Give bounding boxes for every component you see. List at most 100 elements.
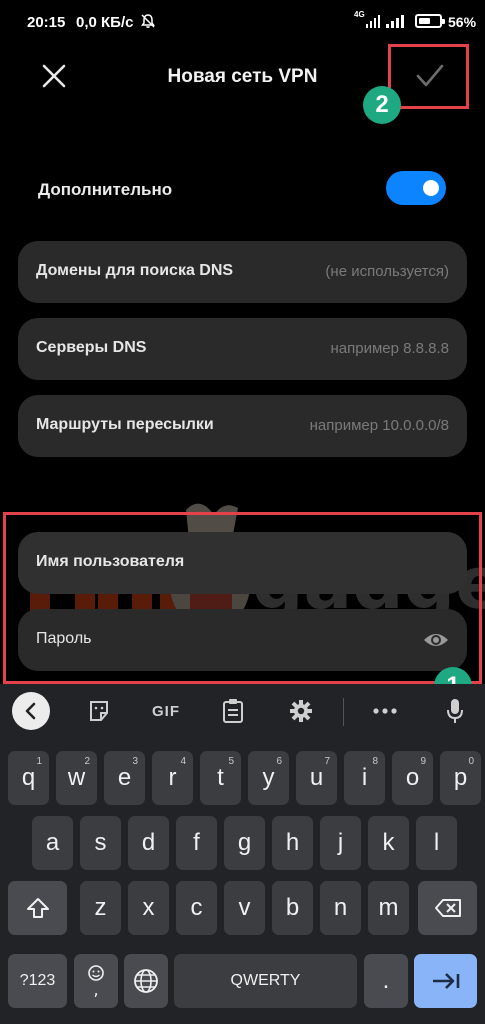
- key-label: w: [67, 764, 86, 791]
- key-hint: 7: [324, 756, 330, 767]
- key-w[interactable]: w2: [56, 751, 97, 805]
- back-icon[interactable]: [12, 692, 50, 730]
- enter-key[interactable]: [414, 954, 477, 1008]
- key-label: i: [361, 764, 368, 791]
- dns-servers-field[interactable]: Серверы DNS например 8.8.8.8: [18, 318, 467, 380]
- key-e[interactable]: e3: [104, 751, 145, 805]
- key-label: p: [453, 764, 468, 791]
- key-label: v: [238, 894, 251, 921]
- dns-search-domains-field[interactable]: Домены для поиска DNS (не используется): [18, 241, 467, 303]
- key-label: r: [168, 764, 177, 791]
- key-j[interactable]: j: [320, 816, 361, 870]
- symbols-key[interactable]: ?123: [8, 954, 67, 1008]
- keyboard-toolbar: GIF: [0, 684, 485, 740]
- key-p[interactable]: p0: [440, 751, 481, 805]
- battery-icon: [415, 14, 445, 28]
- key-label: h: [285, 829, 300, 856]
- key-l[interactable]: l: [416, 816, 457, 870]
- more-icon[interactable]: [370, 694, 400, 728]
- key-label: t: [217, 764, 224, 791]
- key-hint: 4: [180, 756, 186, 767]
- network-type: 4G: [354, 10, 365, 19]
- key-label: e: [117, 764, 132, 791]
- key-c[interactable]: c: [176, 881, 217, 935]
- clipboard-icon[interactable]: [218, 694, 248, 728]
- key-hint: 0: [468, 756, 474, 767]
- key-a[interactable]: a: [32, 816, 73, 870]
- shift-key[interactable]: [8, 881, 67, 935]
- key-label: z: [94, 894, 107, 921]
- key-y[interactable]: y6: [248, 751, 289, 805]
- key-label: g: [237, 829, 252, 856]
- key-label: b: [285, 894, 300, 921]
- key-label: c: [190, 894, 203, 921]
- key-n[interactable]: n: [320, 881, 361, 935]
- backspace-key[interactable]: [418, 881, 477, 935]
- key-z[interactable]: z: [80, 881, 121, 935]
- key-hint: 6: [276, 756, 282, 767]
- advanced-toggle[interactable]: [386, 171, 446, 205]
- key-v[interactable]: v: [224, 881, 265, 935]
- language-globe-key[interactable]: [124, 954, 168, 1008]
- key-g[interactable]: g: [224, 816, 265, 870]
- key-label: u: [309, 764, 324, 791]
- key-label: k: [382, 829, 395, 856]
- gif-button[interactable]: GIF: [146, 694, 186, 728]
- key-f[interactable]: f: [176, 816, 217, 870]
- key-o[interactable]: o9: [392, 751, 433, 805]
- key-label: f: [193, 829, 200, 856]
- key-label: j: [337, 829, 344, 856]
- key-x[interactable]: x: [128, 881, 169, 935]
- toolbar-divider: [343, 698, 344, 726]
- key-hint: 3: [132, 756, 138, 767]
- soft-keyboard: GIF q1w2e3r4t5y6u7i8o9p0 asdfghjkl zxcvb…: [0, 684, 485, 1024]
- credentials-highlight-box: [3, 512, 482, 684]
- key-r[interactable]: r4: [152, 751, 193, 805]
- advanced-label: Дополнительно: [38, 180, 173, 199]
- key-label: o: [405, 764, 420, 791]
- field-label: Домены для поиска DNS: [36, 262, 234, 279]
- signal-icon: [366, 15, 380, 28]
- field-placeholder: например 10.0.0.0/8: [309, 417, 449, 434]
- key-hint: 9: [420, 756, 426, 767]
- emoji-key[interactable]: ,: [74, 954, 118, 1008]
- key-u[interactable]: u7: [296, 751, 337, 805]
- space-key[interactable]: QWERTY: [174, 954, 357, 1008]
- sticker-icon[interactable]: [84, 694, 114, 728]
- field-label: Маршруты пересылки: [36, 416, 214, 433]
- key-h[interactable]: h: [272, 816, 313, 870]
- step-badge-2: 2: [363, 86, 401, 124]
- svg-text:,: ,: [93, 980, 98, 999]
- key-m[interactable]: m: [368, 881, 409, 935]
- key-label: a: [45, 829, 60, 856]
- key-t[interactable]: t5: [200, 751, 241, 805]
- battery-percent: 56%: [448, 14, 477, 30]
- status-speed: 0,0 КБ/с: [76, 14, 134, 31]
- status-time: 20:15: [27, 14, 66, 31]
- key-i[interactable]: i8: [344, 751, 385, 805]
- key-d[interactable]: d: [128, 816, 169, 870]
- signal-icon-2: [386, 15, 404, 28]
- key-hint: 1: [36, 756, 42, 767]
- settings-icon[interactable]: [286, 694, 316, 728]
- key-q[interactable]: q1: [8, 751, 49, 805]
- key-hint: 2: [84, 756, 90, 767]
- forwarding-routes-field[interactable]: Маршруты пересылки например 10.0.0.0/8: [18, 395, 467, 457]
- key-b[interactable]: b: [272, 881, 313, 935]
- key-label: m: [378, 894, 399, 921]
- key-hint: 5: [228, 756, 234, 767]
- period-key[interactable]: .: [364, 954, 408, 1008]
- key-label: s: [94, 829, 107, 856]
- key-label: x: [142, 894, 155, 921]
- key-label: q: [21, 764, 36, 791]
- status-bar: 20:15 0,0 КБ/с 4G 56%: [0, 0, 485, 44]
- key-hint: 8: [372, 756, 378, 767]
- field-label: Серверы DNS: [36, 339, 147, 356]
- mic-icon[interactable]: [440, 694, 470, 728]
- key-k[interactable]: k: [368, 816, 409, 870]
- key-label: d: [141, 829, 156, 856]
- field-placeholder: (не используется): [325, 263, 449, 280]
- key-s[interactable]: s: [80, 816, 121, 870]
- toggle-knob: [423, 180, 439, 196]
- key-label: l: [433, 829, 440, 856]
